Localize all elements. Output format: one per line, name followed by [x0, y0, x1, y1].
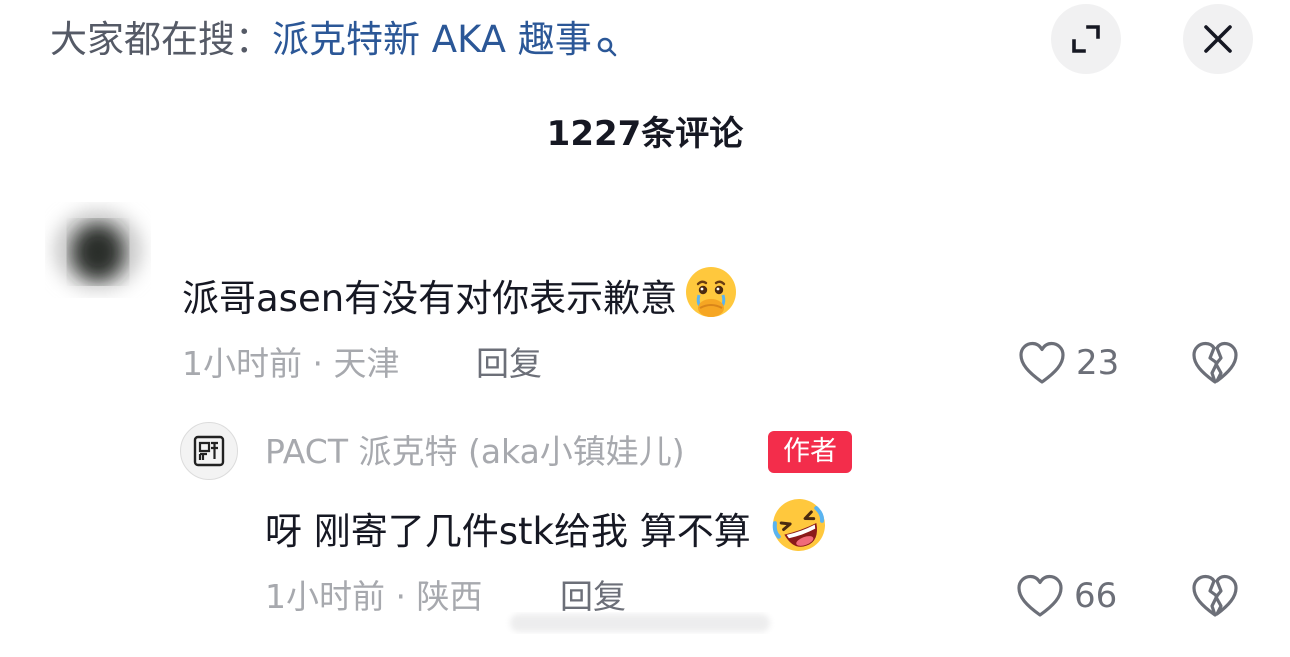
trending-search-topic[interactable]: 派克特新 AKA 趣事 — [272, 18, 592, 61]
rolling-laughing-emoji-icon — [769, 495, 829, 572]
close-button[interactable] — [1183, 4, 1253, 74]
comment-text: 派哥asen有没有对你表示歉意 — [182, 264, 739, 337]
author-avatar[interactable] — [180, 422, 238, 480]
comment-body: 派哥asen有没有对你表示歉意 — [182, 277, 678, 320]
reply-button[interactable]: 回复 — [476, 342, 542, 386]
avatar[interactable] — [36, 188, 161, 306]
comment-count-title: 1227条评论 — [546, 114, 744, 154]
heart-icon — [1017, 574, 1063, 617]
trending-search-prefix: 大家都在搜： — [50, 18, 272, 61]
comment-meta: 1小时前 · 天津 — [182, 344, 400, 383]
reply-text: 呀 刚寄了几件stk给我 算不算 — [265, 495, 829, 572]
close-icon — [1204, 25, 1232, 53]
crying-face-emoji-icon — [683, 264, 739, 337]
reply-meta: 1小时前 · 陕西 — [265, 577, 483, 616]
like-button[interactable]: 23 — [1018, 340, 1119, 386]
top-bar: 大家都在搜：派克特新 AKA 趣事 — [0, 0, 1290, 90]
author-badge: 作者 — [768, 431, 852, 473]
dislike-button[interactable] — [1190, 340, 1240, 390]
reply-body: 呀 刚寄了几件stk给我 算不算 — [265, 510, 751, 553]
search-icon — [596, 22, 618, 70]
reply-author-name[interactable]: PACT 派克特 (aka小镇娃儿) — [265, 430, 685, 474]
heart-icon — [1019, 341, 1065, 384]
like-count: 23 — [1076, 343, 1120, 383]
reply-like-count: 66 — [1074, 576, 1118, 616]
broken-heart-icon — [1192, 341, 1238, 384]
broken-heart-icon — [1192, 574, 1238, 617]
pact-logo-icon — [193, 435, 225, 467]
trending-search[interactable]: 大家都在搜：派克特新 AKA 趣事 — [50, 16, 618, 70]
reply-dislike-button[interactable] — [1190, 573, 1240, 623]
expand-icon — [1072, 25, 1100, 53]
reply-like-button[interactable]: 66 — [1016, 573, 1117, 619]
watermark — [500, 600, 800, 640]
expand-button[interactable] — [1051, 4, 1121, 74]
